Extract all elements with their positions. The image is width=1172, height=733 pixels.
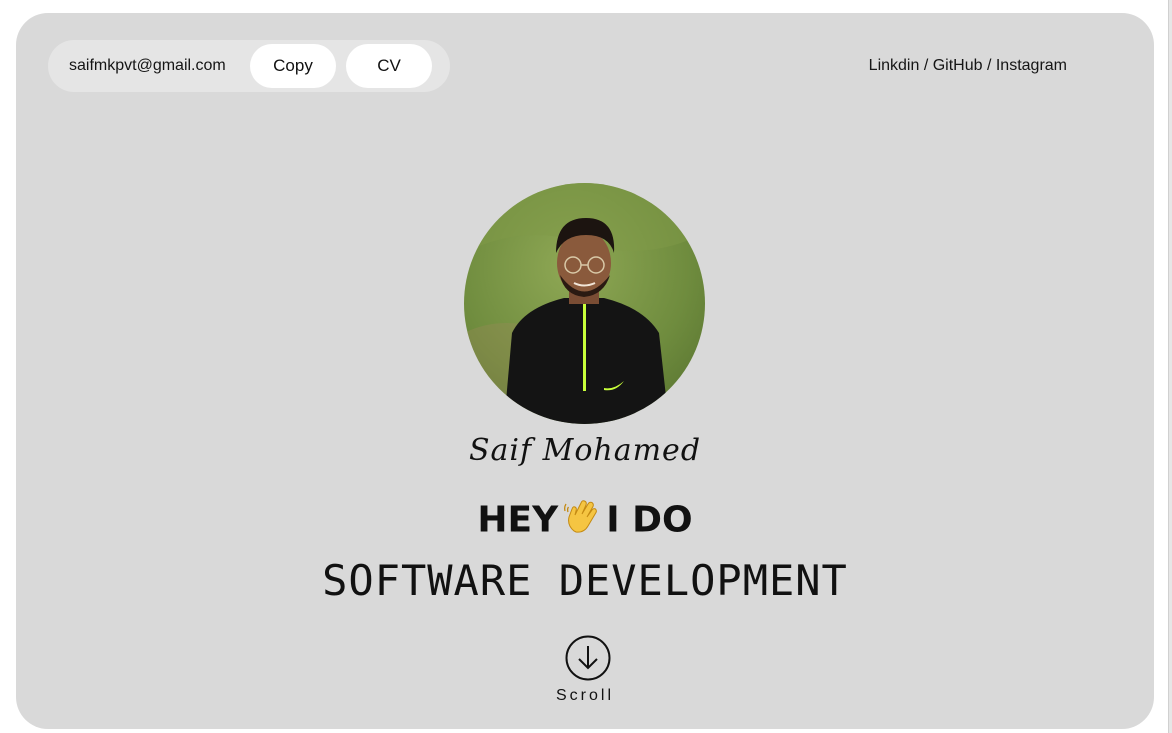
name-signature: Saif Mohamed — [468, 433, 702, 468]
social-separator: / — [919, 57, 933, 74]
headline-text-hey: HEY — [477, 499, 559, 541]
hero-subheadline: SOFTWARE DEVELOPMENT — [322, 556, 848, 605]
email-address: saifmkpvt@gmail.com — [69, 57, 226, 74]
hero-card: saifmkpvt@gmail.com Copy CV Linkdin / Gi… — [16, 13, 1154, 729]
waving-hand-icon — [562, 497, 602, 546]
page-scrollbar[interactable] — [1168, 0, 1172, 733]
github-link[interactable]: GitHub — [933, 57, 983, 74]
social-separator: / — [982, 57, 996, 74]
hero-headline: HEY I DO — [16, 497, 1154, 553]
cv-button[interactable]: CV — [346, 44, 432, 88]
copy-email-button[interactable]: Copy — [250, 44, 336, 88]
scroll-label: Scroll — [555, 687, 614, 704]
instagram-link[interactable]: Instagram — [996, 57, 1067, 74]
profile-photo — [464, 183, 705, 424]
contact-pill: saifmkpvt@gmail.com Copy CV — [48, 40, 450, 92]
arrow-down-circle-icon[interactable] — [565, 635, 611, 681]
social-links: Linkdin / GitHub / Instagram — [869, 40, 1067, 92]
headline-text-i-do: I DO — [606, 499, 693, 541]
linkedin-link[interactable]: Linkdin — [869, 57, 920, 74]
